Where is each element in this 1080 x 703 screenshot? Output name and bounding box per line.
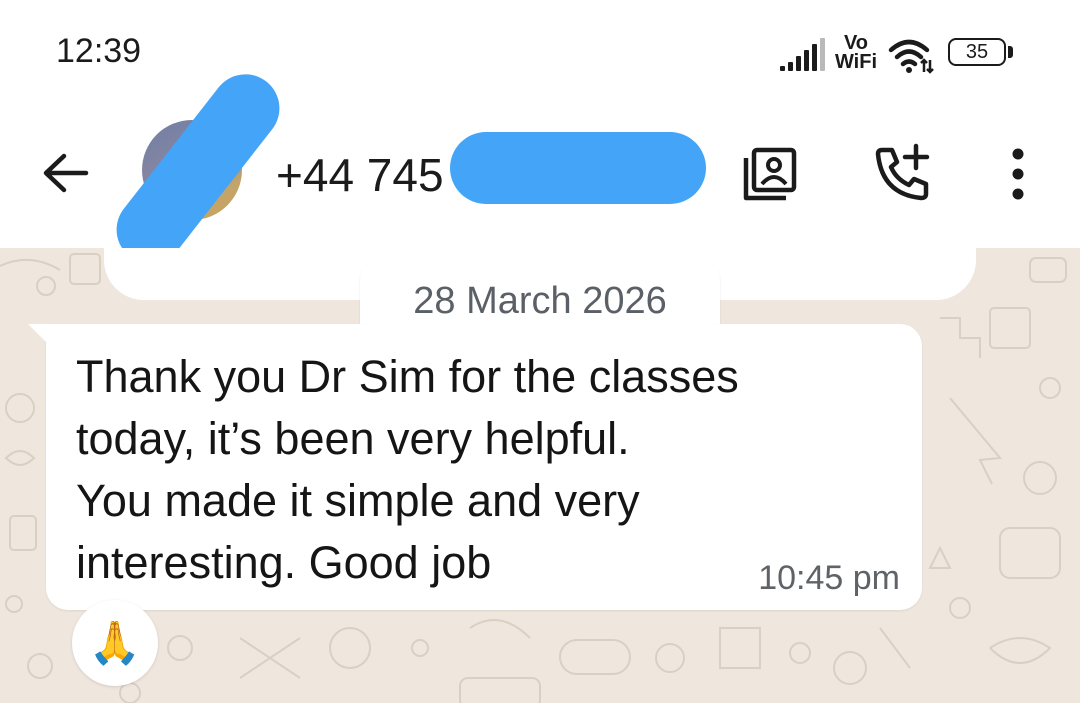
battery-level: 35 bbox=[948, 38, 1006, 66]
message-text: Thank you Dr Sim for the classes today, … bbox=[76, 346, 876, 594]
message-line: interesting. Good job bbox=[76, 537, 492, 588]
contact-name[interactable]: +44 745 bbox=[276, 148, 444, 202]
message-line: Thank you Dr Sim for the classes bbox=[76, 351, 739, 402]
wifi-icon bbox=[888, 39, 934, 74]
reaction-emoji[interactable]: 🙏 bbox=[72, 600, 158, 686]
message-timestamp: 10:45 pm bbox=[758, 559, 900, 597]
redaction-mark-name bbox=[450, 132, 706, 204]
bubble-tail bbox=[28, 324, 50, 346]
message-line: today, it’s been very helpful. bbox=[76, 413, 630, 464]
add-call-icon[interactable] bbox=[872, 142, 934, 204]
more-vertical-icon[interactable] bbox=[1004, 146, 1032, 202]
chat-area[interactable]: 28 March 2026 Thank you Dr Sim for the c… bbox=[0, 248, 1080, 703]
vowifi-indicator: Vo WiFi bbox=[832, 33, 880, 73]
signal-icon bbox=[780, 38, 825, 71]
battery-icon: 35 bbox=[948, 38, 1014, 70]
back-arrow-icon[interactable] bbox=[40, 150, 92, 196]
message-bubble[interactable]: Thank you Dr Sim for the classes today, … bbox=[28, 324, 922, 610]
chat-header: +44 745 bbox=[0, 60, 1080, 278]
vowifi-line-2: WiFi bbox=[834, 51, 878, 73]
battery-tip bbox=[1008, 46, 1013, 58]
contact-card-icon[interactable] bbox=[740, 144, 800, 204]
status-time: 12:39 bbox=[56, 32, 142, 70]
status-bar: 12:39 Vo WiFi 35 bbox=[0, 0, 1080, 110]
message-line: You made it simple and very bbox=[76, 475, 640, 526]
